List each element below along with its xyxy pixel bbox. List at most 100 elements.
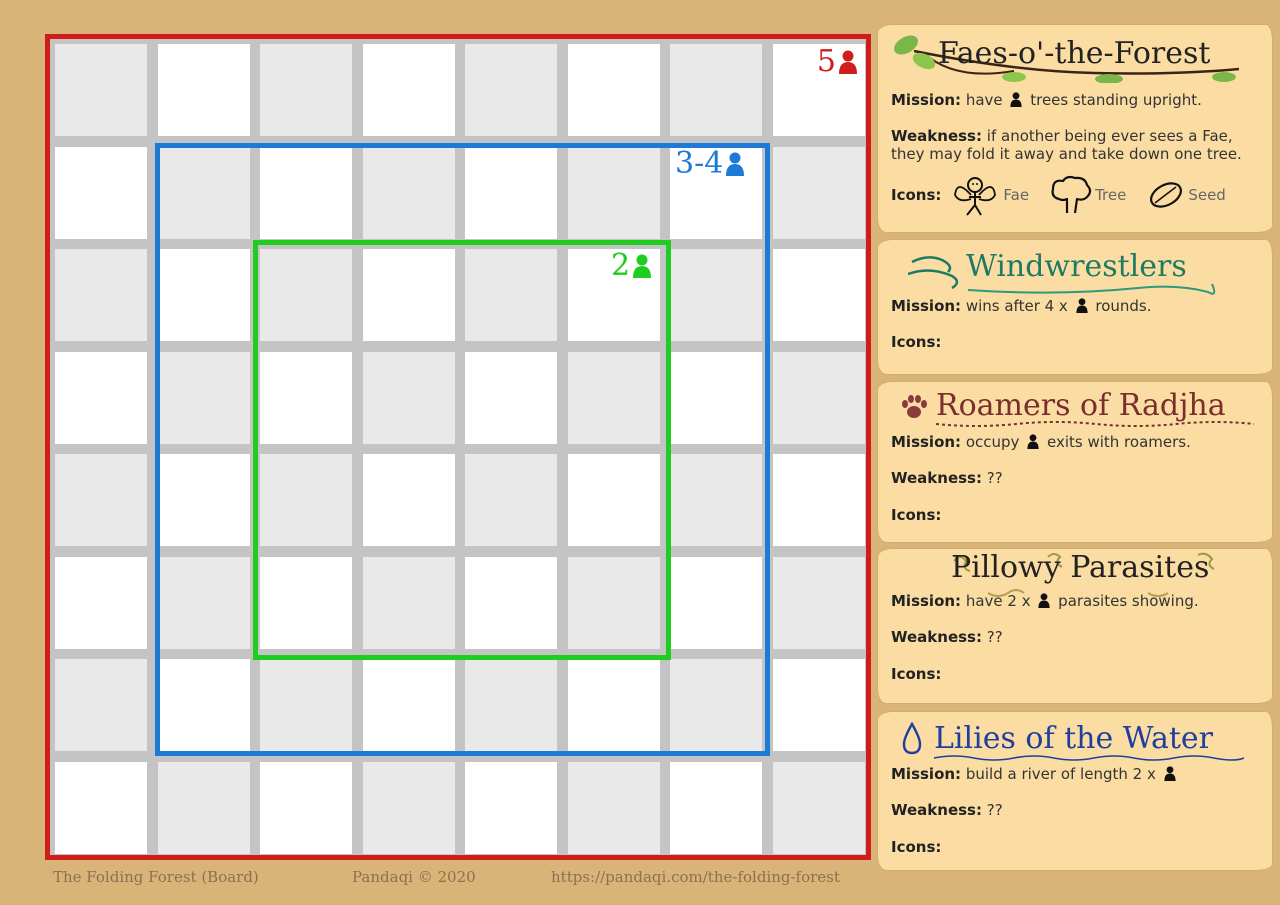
paw-icon [902,395,927,418]
icons-line: Icons: [891,333,941,351]
player-count-5: 5 [816,44,836,79]
mission-text-post: exits with roamers. [1046,433,1191,451]
icons-label: Icons: [891,186,942,204]
faction-title: Windwrestlers [966,249,1187,284]
icon-tree: Tree [1049,175,1126,215]
weakness-label: Weakness: [891,801,982,819]
icons-label: Icons: [891,506,942,524]
icon-seed: Seed [1146,178,1226,212]
faction-card-lilies: Lilies of the Water Mission: build a riv… [878,712,1272,870]
board-cell[interactable] [55,351,147,444]
mission-line: Mission: build a river of length 2 x [891,765,1179,783]
mission-text-pre: have 2 x [965,592,1031,610]
faction-title: Lilies of the Water [934,721,1214,756]
icon-fae: Fae [951,173,1029,217]
mission-text-post: trees standing upright. [1030,91,1202,109]
weakness-label: Weakness: [891,127,982,145]
board-cell[interactable] [55,146,147,239]
faction-card-pillowy-parasites: Pillowy Parasites Mission: have 2 x para… [878,549,1272,703]
board-cell[interactable] [465,761,557,854]
board-cell[interactable] [670,44,762,136]
faction-card-faes: Faes-o'-the-Forest Mission: have trees s… [878,25,1272,232]
mission-label: Mission: [891,592,962,610]
weakness-line-2: they may fold it away and take down one … [891,145,1242,163]
board-cell[interactable] [567,44,660,136]
person-icon [1075,298,1089,313]
board-cell[interactable] [55,761,147,854]
faction-title: Faes-o'-the-Forest [938,36,1211,71]
weakness-text: if another being ever sees a Fae, [986,127,1233,145]
board-cell[interactable] [260,44,352,136]
fae-icon [954,177,997,216]
mission-text-pre: occupy [965,433,1020,451]
icons-label: Icons: [891,665,942,683]
person-icon [1009,92,1023,107]
mission-label: Mission: [891,91,962,109]
board-cell[interactable] [772,249,865,341]
icons-label: Icons: [891,838,942,856]
mission-label: Mission: [891,433,962,451]
icons-row: Icons: Fae Tree Seed [891,173,1226,217]
seed-icon [1150,182,1183,208]
footer-url[interactable]: https://pandaqi.com/the-folding-forest [551,868,840,886]
mission-line: Mission: occupy exits with roamers. [891,433,1191,451]
board-cell[interactable] [465,44,557,136]
icons-line: Icons: [891,665,941,683]
weakness-text: ?? [986,469,1003,487]
board-cell[interactable] [772,454,865,546]
person-icon [633,254,652,278]
mission-text-post: parasites showing. [1058,592,1199,610]
faction-card-windwrestlers: Windwrestlers Mission: wins after 4 x ro… [878,240,1272,374]
weakness-line: Weakness: ?? [891,469,1003,487]
faction-title: Pillowy Parasites [951,550,1210,585]
faction-card-roamers: Roamers of Radjha Mission: occupy exits … [878,382,1272,542]
weakness-label: Weakness: [891,469,982,487]
icon-fae-label: Fae [1003,186,1030,204]
tree-icon [1051,175,1092,214]
weakness-label: Weakness: [891,628,982,646]
mission-text-pre: build a river of length 2 x [965,765,1156,783]
person-icon [1037,593,1051,608]
board-cell[interactable] [55,44,147,136]
board-cell[interactable] [567,761,660,854]
person-icon [1026,434,1040,449]
board-cell[interactable] [55,659,147,751]
board-cell[interactable] [260,761,352,854]
player-count-2: 2 [611,248,631,283]
mission-label: Mission: [891,297,962,315]
wave-underline [934,755,1244,761]
board-cell[interactable] [55,249,147,341]
mission-label: Mission: [891,765,962,783]
water-drop-icon [902,722,922,755]
icon-tree-label: Tree [1095,186,1127,204]
mission-text-post: rounds. [1095,297,1152,315]
board-cell[interactable] [670,761,762,854]
board-cell[interactable] [362,44,455,136]
player-count-label-3-4: 3-4 [675,149,745,179]
board-cell[interactable] [772,351,865,444]
board-cell[interactable] [362,761,455,854]
weakness-text: ?? [986,628,1003,646]
weakness-line: Weakness: ?? [891,628,1003,646]
board-cell[interactable] [55,454,147,546]
weakness-text: ?? [986,801,1003,819]
footer-title: The Folding Forest (Board) [53,868,259,886]
weakness-line: Weakness: ?? [891,801,1003,819]
player-count-label-5: 5 [817,47,858,77]
board-cell[interactable] [772,146,865,239]
icons-label: Icons: [891,333,942,351]
icons-line: Icons: [891,506,941,524]
board-cell[interactable] [157,761,250,854]
person-icon [726,152,745,176]
board-cell[interactable] [772,659,865,751]
game-board: 5 3-4 2 [45,34,871,860]
board-cell[interactable] [55,556,147,649]
person-icon [839,50,857,74]
board-cell[interactable] [772,556,865,649]
board-cell[interactable] [772,761,865,854]
board-cell[interactable] [157,44,250,136]
weakness-line: Weakness: if another being ever sees a F… [891,127,1233,145]
mission-text-pre: wins after 4 x [965,297,1068,315]
mission-line: Mission: wins after 4 x rounds. [891,297,1152,315]
person-icon [1163,766,1177,781]
